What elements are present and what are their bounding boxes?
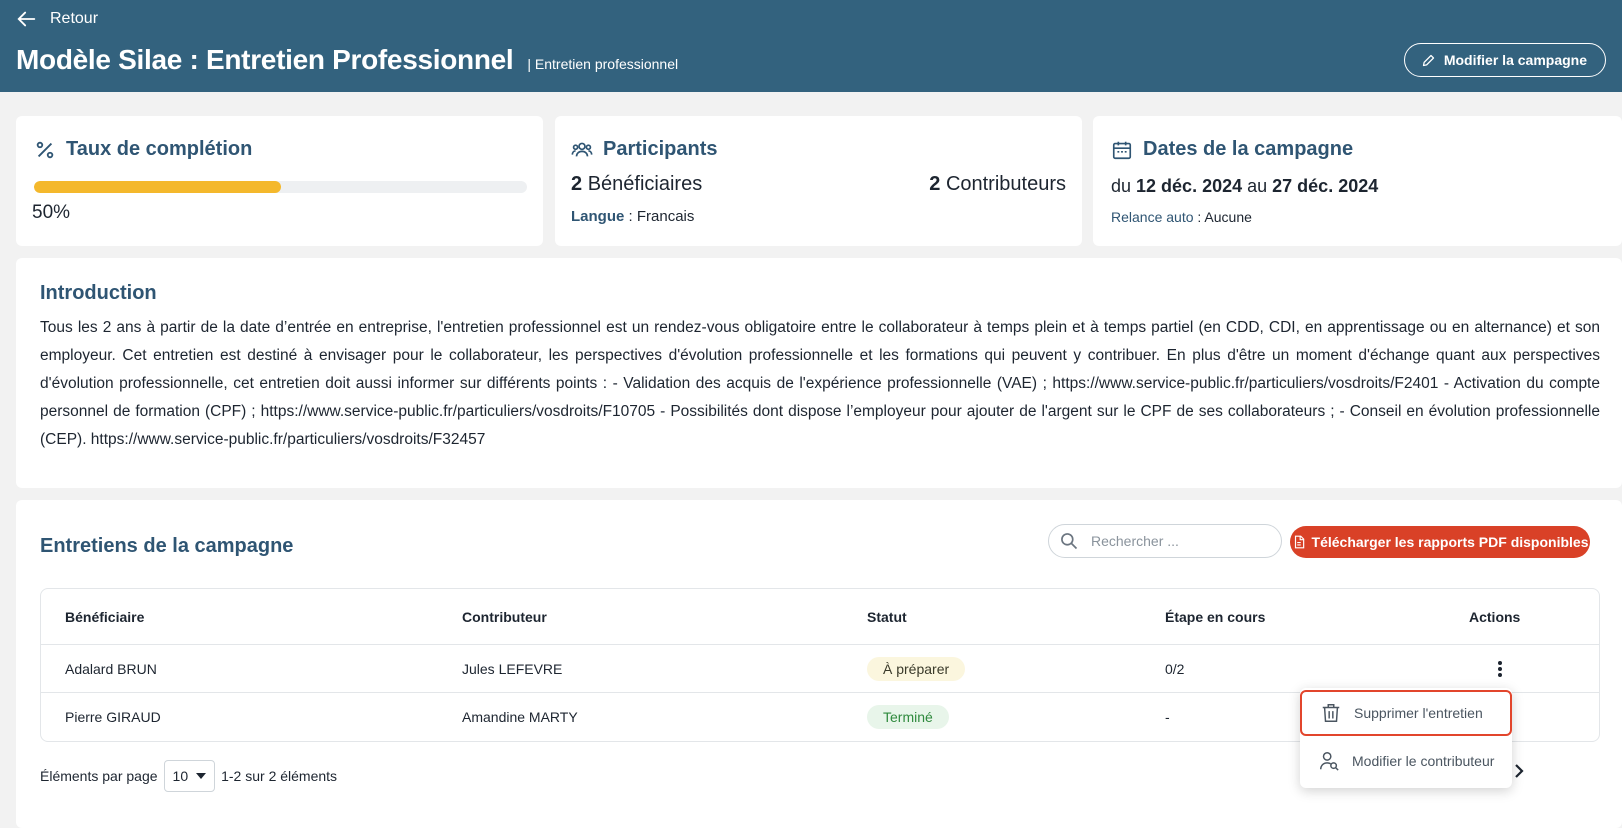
per-page-label: Éléments par page xyxy=(40,768,158,784)
date-end: 27 déc. 2024 xyxy=(1272,176,1379,196)
column-contributeur: Contributeur xyxy=(462,608,547,625)
edit-campaign-label: Modifier la campagne xyxy=(1443,52,1587,68)
pencil-icon xyxy=(1422,54,1434,66)
trash-icon xyxy=(1322,704,1340,722)
completion-progress-fill xyxy=(34,181,281,193)
row-actions-menu: Supprimer l'entretien Modifier le contri… xyxy=(1300,688,1512,788)
participants-title: Participants xyxy=(571,138,717,161)
langue-label: Langue xyxy=(571,208,625,225)
status-cell: À préparer xyxy=(867,645,966,692)
relance-info: Relance auto : Aucune xyxy=(1111,209,1252,225)
search-placeholder: Rechercher ... xyxy=(1091,533,1179,549)
per-page-value: 10 xyxy=(172,768,189,784)
arrow-left-icon xyxy=(17,11,36,27)
percent-icon xyxy=(36,141,54,158)
dates-du: du xyxy=(1111,176,1137,196)
participants-title-text: Participants xyxy=(603,138,718,160)
download-pdf-label: Télécharger les rapports PDF disponibles xyxy=(1311,534,1589,550)
beneficiaire-cell: Adalard BRUN xyxy=(65,660,157,677)
dates-card: Dates de la campagne du 12 déc. 2024 au … xyxy=(1093,116,1622,246)
edit-campaign-button[interactable]: Modifier la campagne xyxy=(1403,43,1606,77)
contributeurs-label: Contributeurs xyxy=(945,173,1066,195)
column-statut: Statut xyxy=(867,608,907,625)
edit-contributor-menu-item[interactable]: Modifier le contributeur xyxy=(1300,738,1512,784)
caret-down-icon xyxy=(196,773,207,779)
completion-title: Taux de complétion xyxy=(34,138,252,161)
introduction-text: Tous les 2 ans à partir de la date d’ent… xyxy=(40,319,1600,448)
langue-info: Langue : Francais xyxy=(571,208,694,225)
search-input[interactable]: Rechercher ... xyxy=(1048,524,1282,558)
title-row: Modèle Silae : Entretien Professionnel |… xyxy=(16,44,678,76)
users-icon xyxy=(571,142,593,156)
edit-contributor-label: Modifier le contributeur xyxy=(1352,753,1495,769)
dates-title: Dates de la campagne xyxy=(1111,138,1353,161)
contributeurs-count: 2 Contributeurs xyxy=(929,173,1066,196)
page-subtitle: | Entretien professionnel xyxy=(527,56,679,72)
search-icon xyxy=(1061,533,1078,550)
per-page-select[interactable]: 10 xyxy=(163,760,216,792)
calendar-icon xyxy=(1112,141,1132,159)
page-title: Modèle Silae : Entretien Professionnel xyxy=(16,44,514,75)
status-badge: Terminé xyxy=(867,705,949,729)
contributeur-cell: Jules LEFEVRE xyxy=(462,660,563,677)
status-badge: À préparer xyxy=(867,656,966,681)
column-beneficiaire: Bénéficiaire xyxy=(65,608,145,625)
relance-label: Relance auto xyxy=(1111,209,1194,225)
contributeur-cell: Amandine MARTY xyxy=(462,709,578,725)
file-pdf-icon xyxy=(1294,535,1304,549)
relance-value: Aucune xyxy=(1204,209,1252,225)
introduction-title: Introduction xyxy=(40,282,157,304)
langue-sep: : xyxy=(624,208,637,225)
beneficiaire-cell: Pierre GIRAUD xyxy=(65,709,161,725)
langue-value: Francais xyxy=(636,208,695,225)
beneficiaires-number: 2 xyxy=(571,173,583,195)
introduction-card: Introduction Tous les 2 ans à partir de … xyxy=(16,258,1622,488)
etape-cell: - xyxy=(1165,709,1170,725)
completion-percent: 50% xyxy=(32,202,71,223)
delete-interview-label: Supprimer l'entretien xyxy=(1354,705,1483,721)
range-label: 1-2 sur 2 éléments xyxy=(221,768,338,784)
campaign-dates: du 12 déc. 2024 au 27 déc. 2024 xyxy=(1111,176,1378,197)
beneficiaires-count: 2 Bénéficiaires xyxy=(571,173,702,196)
date-start: 12 déc. 2024 xyxy=(1136,176,1243,196)
column-etape: Étape en cours xyxy=(1165,608,1266,625)
kebab-menu-icon xyxy=(1498,660,1502,677)
completion-progress-bar xyxy=(34,181,527,193)
back-label: Retour xyxy=(50,10,99,27)
actions-cell xyxy=(1485,645,1515,692)
column-actions: Actions xyxy=(1469,608,1521,625)
download-pdf-button[interactable]: Télécharger les rapports PDF disponibles xyxy=(1290,526,1590,558)
back-link[interactable]: Retour xyxy=(16,8,98,30)
user-search-icon xyxy=(1320,752,1339,771)
table-row[interactable]: Adalard BRUN Jules LEFEVRE À préparer 0/… xyxy=(41,645,1599,693)
participants-card: Participants 2 Bénéficiaires 2 Contribut… xyxy=(555,116,1082,246)
dates-au: au xyxy=(1242,176,1273,196)
contributeurs-number: 2 xyxy=(929,173,941,195)
completion-card: Taux de complétion 50% xyxy=(16,116,543,246)
beneficiaires-label: Bénéficiaires xyxy=(587,173,703,195)
chevron-right-icon xyxy=(1515,764,1524,778)
status-cell: Terminé xyxy=(867,693,949,741)
pagination-info: Éléments par page 10 1-2 sur 2 éléments xyxy=(40,760,337,792)
campaign-interviews-title: Entretiens de la campagne xyxy=(40,535,294,557)
etape-cell: 0/2 xyxy=(1165,660,1185,677)
delete-interview-menu-item[interactable]: Supprimer l'entretien xyxy=(1300,690,1512,736)
dates-title-text: Dates de la campagne xyxy=(1143,138,1354,160)
row-actions-button[interactable] xyxy=(1485,654,1515,684)
page-header: Retour Modèle Silae : Entretien Professi… xyxy=(0,0,1622,92)
relance-sep: : xyxy=(1193,209,1205,225)
completion-title-text: Taux de complétion xyxy=(66,138,253,160)
table-header: Bénéficiaire Contributeur Statut Étape e… xyxy=(41,589,1599,645)
